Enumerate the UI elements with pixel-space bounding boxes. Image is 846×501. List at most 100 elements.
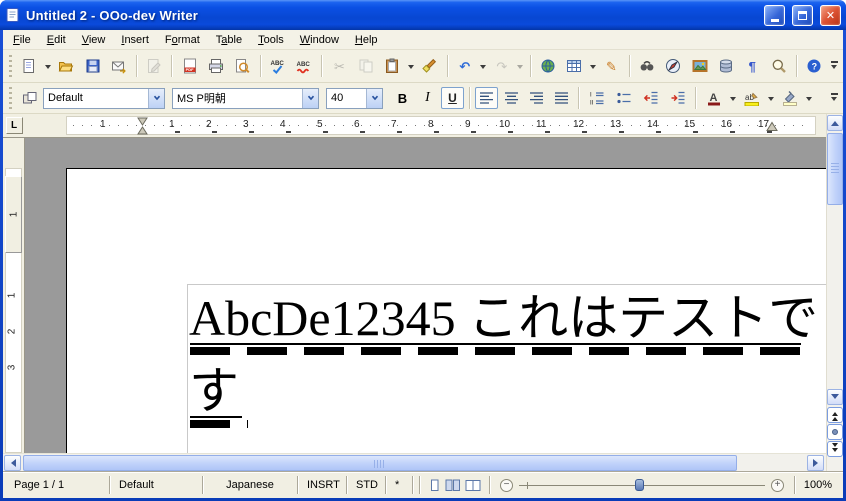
menu-table[interactable]: Table [208,31,250,49]
toolbar-drag-handle[interactable] [7,55,14,77]
menu-edit[interactable]: Edit [39,31,74,49]
background-color-dropdown[interactable] [803,87,814,109]
toolbar-options-button[interactable] [827,55,841,77]
combo-dropdown-button[interactable] [148,88,164,108]
undo-dropdown[interactable] [478,55,489,77]
hyperlink-button[interactable] [535,54,561,78]
v-ruler[interactable]: 1 1 2 3 [3,138,25,453]
export-pdf-button[interactable]: PDF [176,54,202,78]
scroll-down-button[interactable] [827,389,843,405]
previous-page-button[interactable] [827,407,843,423]
gallery-button[interactable] [686,54,712,78]
multi-page-view-icon[interactable] [445,479,461,492]
find-replace-button[interactable] [634,54,660,78]
align-right-button[interactable] [525,87,548,109]
status-language[interactable]: Japanese [205,476,295,494]
zoom-out-button[interactable]: − [500,478,513,492]
zoom-slider-track[interactable] [519,478,765,491]
font-color-button[interactable]: A [700,86,727,110]
maximize-button[interactable] [792,4,813,26]
h-ruler[interactable]: 1 1 2 3 4 5 6 7 8 9 10 11 12 13 14 15 16 17 [25,114,826,137]
horizontal-scroll-thumb[interactable] [23,455,737,471]
bold-button[interactable]: B [391,87,414,109]
zoom-slider-thumb[interactable] [634,478,644,491]
styles-button[interactable] [16,86,43,110]
status-insert-mode[interactable]: INSRT [300,476,344,494]
format-paintbrush-button[interactable] [416,54,442,78]
print-button[interactable] [203,54,229,78]
italic-button[interactable]: I [416,87,439,109]
tab-type-button[interactable]: L [5,117,23,134]
vertical-scrollbar[interactable] [826,114,843,471]
navigation-button[interactable] [827,424,843,440]
zoom-in-button[interactable]: + [771,478,784,492]
title-bar[interactable]: Untitled 2 - OOo-dev Writer ✕ [0,0,846,30]
new-document-button[interactable] [16,54,42,78]
menu-help[interactable]: Help [347,31,386,49]
combo-dropdown-button[interactable] [302,88,318,108]
paragraph-style-combo[interactable]: Default [43,87,165,109]
vertical-scroll-thumb[interactable] [827,133,843,205]
menu-window[interactable]: Window [292,31,347,49]
menu-view[interactable]: View [74,31,114,49]
font-size-combo[interactable]: 40 [326,87,383,109]
decrease-indent-button[interactable] [637,86,664,110]
increase-indent-button[interactable] [664,86,691,110]
zoom-button[interactable] [765,54,791,78]
save-button[interactable] [79,54,105,78]
auto-spellcheck-button[interactable]: ABC [291,54,317,78]
page[interactable]: AbcDe12345 これはテストで す [66,168,826,453]
email-document-button[interactable] [106,54,132,78]
draw-functions-button[interactable]: ✎ [598,54,624,78]
redo-button[interactable]: ↷ [489,54,515,78]
spellcheck-button[interactable]: ABC [265,54,291,78]
new-document-dropdown[interactable] [42,55,53,77]
menu-tools[interactable]: Tools [250,31,292,49]
help-button[interactable]: ? [801,54,827,78]
undo-button[interactable]: ↶ [452,54,478,78]
minimize-button[interactable] [764,4,785,26]
highlighting-button[interactable]: ab [738,86,765,110]
document-text-line2[interactable]: す [189,363,826,419]
align-center-button[interactable] [500,87,523,109]
paste-dropdown[interactable] [405,55,416,77]
menu-format[interactable]: Format [157,31,208,49]
single-page-view-icon[interactable] [428,479,441,492]
scroll-left-button[interactable] [4,455,21,471]
combo-dropdown-button[interactable] [366,88,382,108]
scroll-up-button[interactable] [827,115,843,131]
navigator-button[interactable] [660,54,686,78]
background-color-button[interactable] [776,86,803,110]
cut-button[interactable]: ✂ [326,54,352,78]
status-zoom-level[interactable]: 100% [797,476,839,494]
toolbar-options-button[interactable] [827,87,841,109]
book-view-icon[interactable] [465,479,481,492]
toolbar-drag-handle[interactable] [7,87,14,109]
align-left-button[interactable] [475,87,498,109]
status-page[interactable]: Page 1 / 1 [7,476,107,494]
insert-table-dropdown[interactable] [588,55,599,77]
page-preview-button[interactable] [229,54,255,78]
scroll-right-button[interactable] [807,455,824,471]
status-page-style[interactable]: Default [112,476,200,494]
bullets-button[interactable] [610,86,637,110]
insert-table-button[interactable] [561,54,587,78]
text-line[interactable]: す [189,363,826,436]
menu-file[interactable]: File [5,31,39,49]
close-button[interactable]: ✕ [820,4,841,26]
status-modified-flag[interactable]: * [388,476,410,494]
menu-insert[interactable]: Insert [113,31,157,49]
paste-button[interactable] [379,54,405,78]
underline-button[interactable]: U [441,87,464,109]
document-area[interactable]: AbcDe12345 これはテストで す [25,138,826,453]
nonprinting-characters-button[interactable]: ¶ [739,54,765,78]
redo-dropdown[interactable] [515,55,526,77]
numbering-button[interactable]: I II [583,86,610,110]
horizontal-scrollbar[interactable] [3,453,826,471]
document-text-line1[interactable]: AbcDe12345 これはテストで [189,290,826,346]
highlighting-dropdown[interactable] [765,87,776,109]
font-name-combo[interactable]: MS P明朝 [172,87,319,109]
open-button[interactable] [53,54,79,78]
copy-button[interactable] [353,54,379,78]
font-color-dropdown[interactable] [727,87,738,109]
